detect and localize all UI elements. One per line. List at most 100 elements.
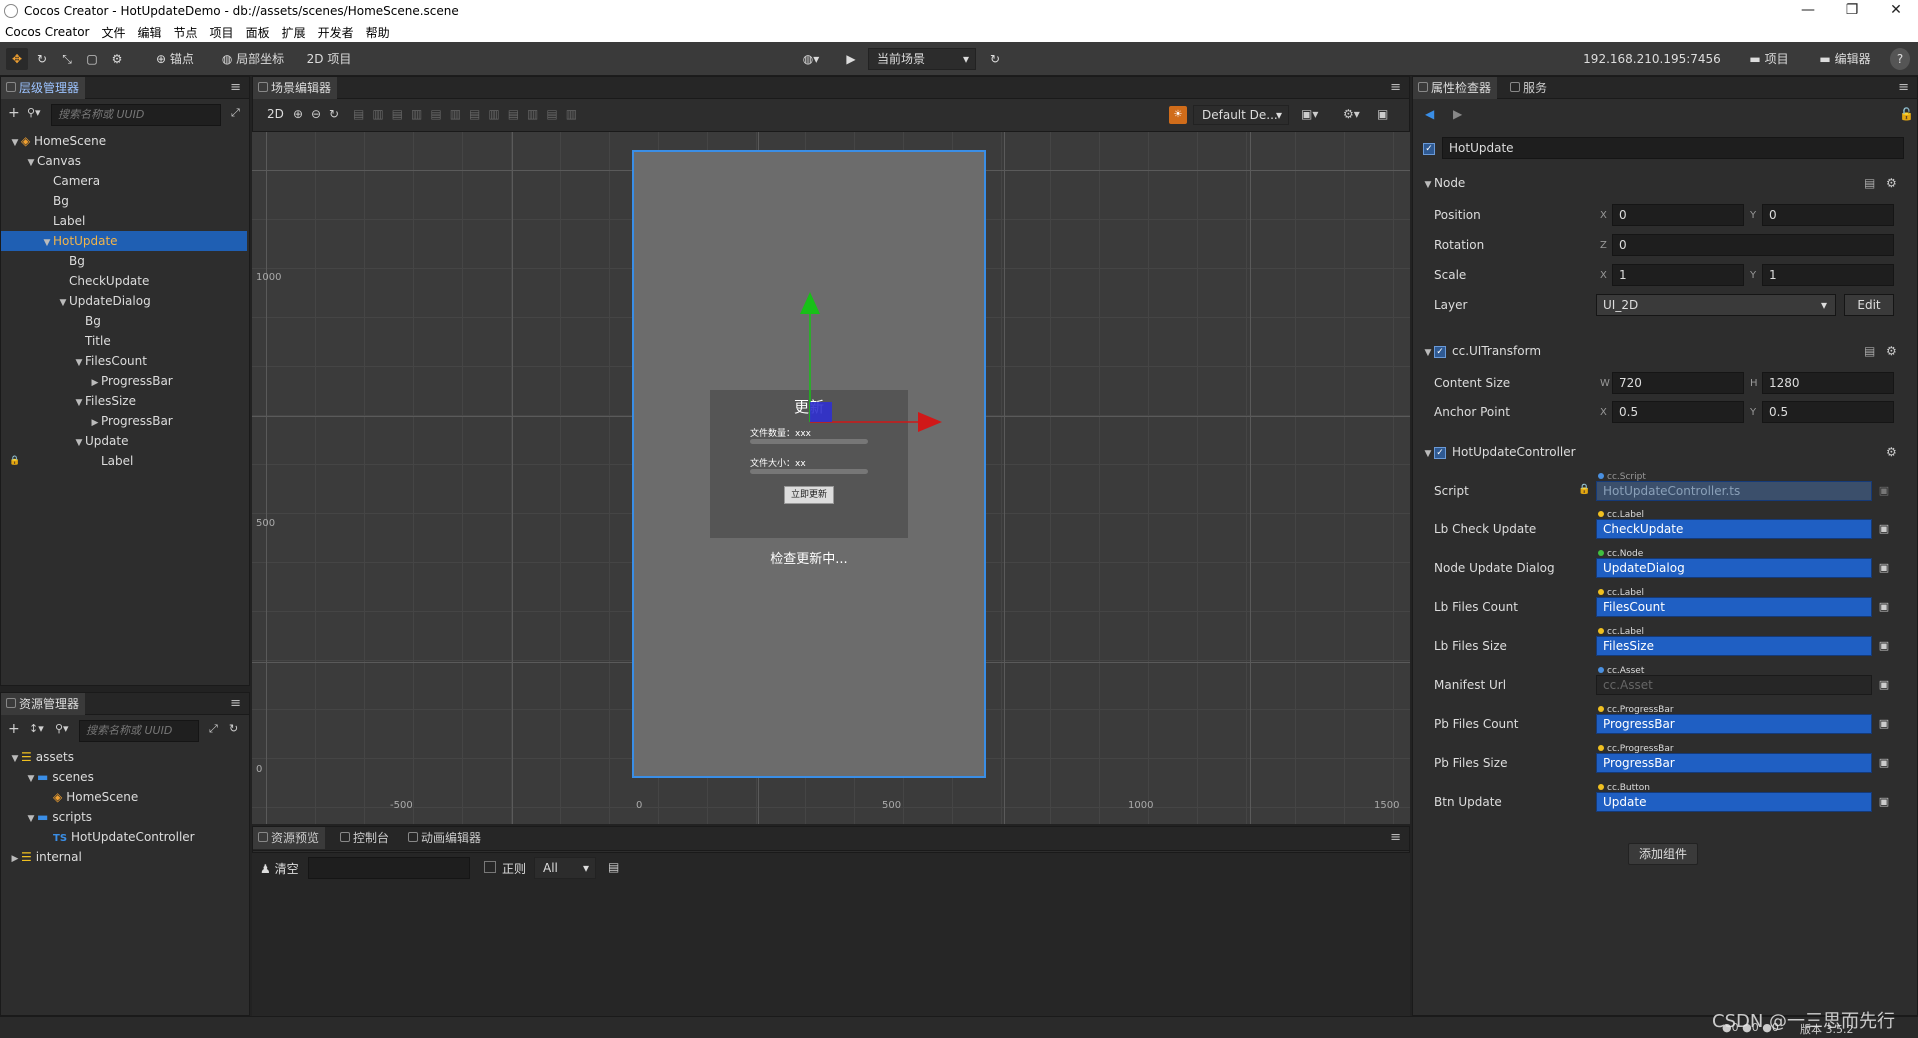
- gizmo-x-arrow[interactable]: [918, 412, 942, 432]
- anchor-y-input[interactable]: 0.5: [1762, 401, 1894, 423]
- chevron-right-icon[interactable]: ▶: [89, 413, 101, 433]
- tab-inspector[interactable]: 属性检查器: [1413, 77, 1498, 99]
- panel-menu-icon[interactable]: ≡: [230, 696, 241, 711]
- layout-select[interactable]: Default De... ▾: [1193, 105, 1289, 125]
- anchor-x-input[interactable]: 0.5: [1612, 401, 1744, 423]
- zoom-out-icon[interactable]: ⊖: [311, 107, 321, 121]
- locate-reference-icon[interactable]: ▣: [1876, 714, 1892, 734]
- help-button[interactable]: ?: [1890, 48, 1910, 70]
- tree-node[interactable]: ▼ HotUpdate: [1, 231, 247, 251]
- locate-reference-icon[interactable]: ▣: [1876, 792, 1892, 812]
- regex-checkbox[interactable]: [484, 861, 496, 873]
- menu-edit[interactable]: 编辑: [133, 24, 169, 41]
- gear-icon[interactable]: ⚙▾: [1343, 107, 1360, 121]
- chevron-down-icon[interactable]: ▼: [73, 433, 85, 453]
- property-reference-field[interactable]: FilesSize: [1596, 636, 1872, 656]
- tree-node[interactable]: ▼ ◈ HomeScene: [1, 131, 247, 151]
- menu-panel[interactable]: 面板: [241, 24, 277, 41]
- tab-scene-editor[interactable]: 场景编辑器: [253, 77, 338, 99]
- tree-node[interactable]: ▼ Update: [1, 431, 247, 451]
- tree-node[interactable]: ▶ ProgressBar: [1, 371, 247, 391]
- property-reference-field[interactable]: ProgressBar: [1596, 714, 1872, 734]
- position-y-input[interactable]: 0: [1762, 204, 1894, 226]
- layer-select[interactable]: UI_2D ▾: [1596, 294, 1836, 316]
- zoom-in-icon[interactable]: ⊕: [293, 107, 303, 121]
- node-active-checkbox[interactable]: ✓: [1423, 143, 1435, 155]
- add-node-icon[interactable]: +: [8, 105, 20, 121]
- menu-project[interactable]: 项目: [205, 24, 241, 41]
- component-enabled-checkbox[interactable]: ✓: [1434, 345, 1446, 358]
- chevron-down-icon[interactable]: ▼: [41, 233, 53, 253]
- locate-reference-icon[interactable]: ▣: [1876, 597, 1892, 617]
- node-section-header[interactable]: ▼ Node: [1422, 176, 1466, 190]
- editor-button[interactable]: ▬ 编辑器: [1814, 48, 1876, 70]
- chevron-down-icon[interactable]: ▼: [25, 153, 37, 173]
- tree-node[interactable]: ▼ FilesSize: [1, 391, 247, 411]
- locate-reference-icon[interactable]: ▣: [1876, 753, 1892, 773]
- reset-view-icon[interactable]: ↻: [329, 107, 339, 121]
- asset-item[interactable]: ▼ ▬ scripts: [1, 807, 247, 827]
- tree-node[interactable]: ▼ FilesCount: [1, 351, 247, 371]
- move-tool-icon[interactable]: ✥: [6, 48, 28, 70]
- maximize-button[interactable]: ❐: [1830, 0, 1874, 22]
- add-component-button[interactable]: 添加组件: [1628, 843, 1698, 865]
- asset-item[interactable]: ▼ ☰ assets: [1, 747, 247, 767]
- asset-locate-icon[interactable]: ▣: [1876, 481, 1892, 501]
- asset-item[interactable]: TS HotUpdateController: [1, 827, 247, 847]
- gear-icon[interactable]: ⚙: [1886, 176, 1897, 190]
- tab-hierarchy[interactable]: 层级管理器: [1, 77, 86, 99]
- tab-animation-editor[interactable]: 动画编辑器: [403, 827, 487, 849]
- chevron-down-icon[interactable]: ▼: [73, 353, 85, 373]
- project-type-button[interactable]: 2D 项目: [300, 48, 358, 70]
- tree-node[interactable]: Camera: [1, 171, 247, 191]
- back-arrow-icon[interactable]: ◀: [1425, 107, 1434, 121]
- tree-node[interactable]: Bg: [1, 251, 247, 271]
- locate-reference-icon[interactable]: ▣: [1876, 558, 1892, 578]
- uitransform-section-header[interactable]: ▼ ✓ cc.UITransform: [1422, 344, 1542, 358]
- property-reference-field[interactable]: Update: [1596, 792, 1872, 812]
- lock-icon[interactable]: 🔓: [1899, 107, 1914, 121]
- menu-cocos[interactable]: Cocos Creator: [0, 25, 97, 39]
- scale-tool-icon[interactable]: ⤡: [56, 48, 78, 70]
- log-file-icon[interactable]: ▤: [608, 860, 619, 874]
- forward-arrow-icon[interactable]: ▶: [1453, 107, 1462, 121]
- locate-reference-icon[interactable]: ▣: [1876, 675, 1892, 695]
- tree-node[interactable]: ▼ UpdateDialog: [1, 291, 247, 311]
- node-name-input[interactable]: HotUpdate: [1442, 137, 1904, 159]
- panel-menu-icon[interactable]: ≡: [1390, 830, 1401, 845]
- tab-console[interactable]: 控制台: [335, 827, 395, 849]
- log-level-select[interactable]: All ▾: [534, 857, 596, 879]
- property-reference-field[interactable]: UpdateDialog: [1596, 558, 1872, 578]
- fullscreen-icon[interactable]: ▣: [1377, 107, 1388, 121]
- refresh-icon[interactable]: ↻: [229, 722, 238, 735]
- rotation-z-input[interactable]: 0: [1612, 234, 1894, 256]
- doc-icon[interactable]: ▤: [1864, 176, 1875, 190]
- align-tools-icon[interactable]: ▤▥▤▥▤▥▤▥▤▥▤▥: [353, 107, 585, 121]
- panel-menu-icon[interactable]: ≡: [230, 80, 241, 95]
- local-coord-toggle[interactable]: ◍ 局部坐标: [218, 48, 288, 70]
- menu-help[interactable]: 帮助: [361, 24, 397, 41]
- tree-node[interactable]: Bg: [1, 311, 247, 331]
- chevron-down-icon[interactable]: ▼: [73, 393, 85, 413]
- add-asset-icon[interactable]: +: [8, 721, 20, 737]
- panel-menu-icon[interactable]: ≡: [1898, 80, 1909, 95]
- chevron-right-icon[interactable]: ▶: [9, 849, 21, 869]
- property-reference-field[interactable]: cc.Asset: [1596, 675, 1872, 695]
- chevron-down-icon[interactable]: ▼: [25, 769, 37, 789]
- tree-node[interactable]: ▼ Canvas: [1, 151, 247, 171]
- doc-icon[interactable]: ▤: [1864, 344, 1875, 358]
- position-x-input[interactable]: 0: [1612, 204, 1744, 226]
- project-button[interactable]: ▬ 项目: [1742, 48, 1796, 70]
- assets-search-input[interactable]: 搜索名称或 UUID: [79, 720, 199, 742]
- clear-button[interactable]: ♟ 清空: [260, 860, 299, 877]
- chevron-right-icon[interactable]: ▶: [89, 373, 101, 393]
- minimize-button[interactable]: —: [1786, 0, 1830, 22]
- asset-item[interactable]: ▶ ☰ internal: [1, 847, 247, 867]
- gear-icon[interactable]: ⚙: [1886, 344, 1897, 358]
- chevron-down-icon[interactable]: ▼: [25, 809, 37, 829]
- collapse-icon[interactable]: ⤢: [209, 722, 218, 736]
- property-reference-field[interactable]: FilesCount: [1596, 597, 1872, 617]
- search-icon[interactable]: ⚲▾: [55, 722, 69, 735]
- layer-edit-button[interactable]: Edit: [1844, 294, 1894, 316]
- camera-icon[interactable]: ▣▾: [1301, 107, 1318, 121]
